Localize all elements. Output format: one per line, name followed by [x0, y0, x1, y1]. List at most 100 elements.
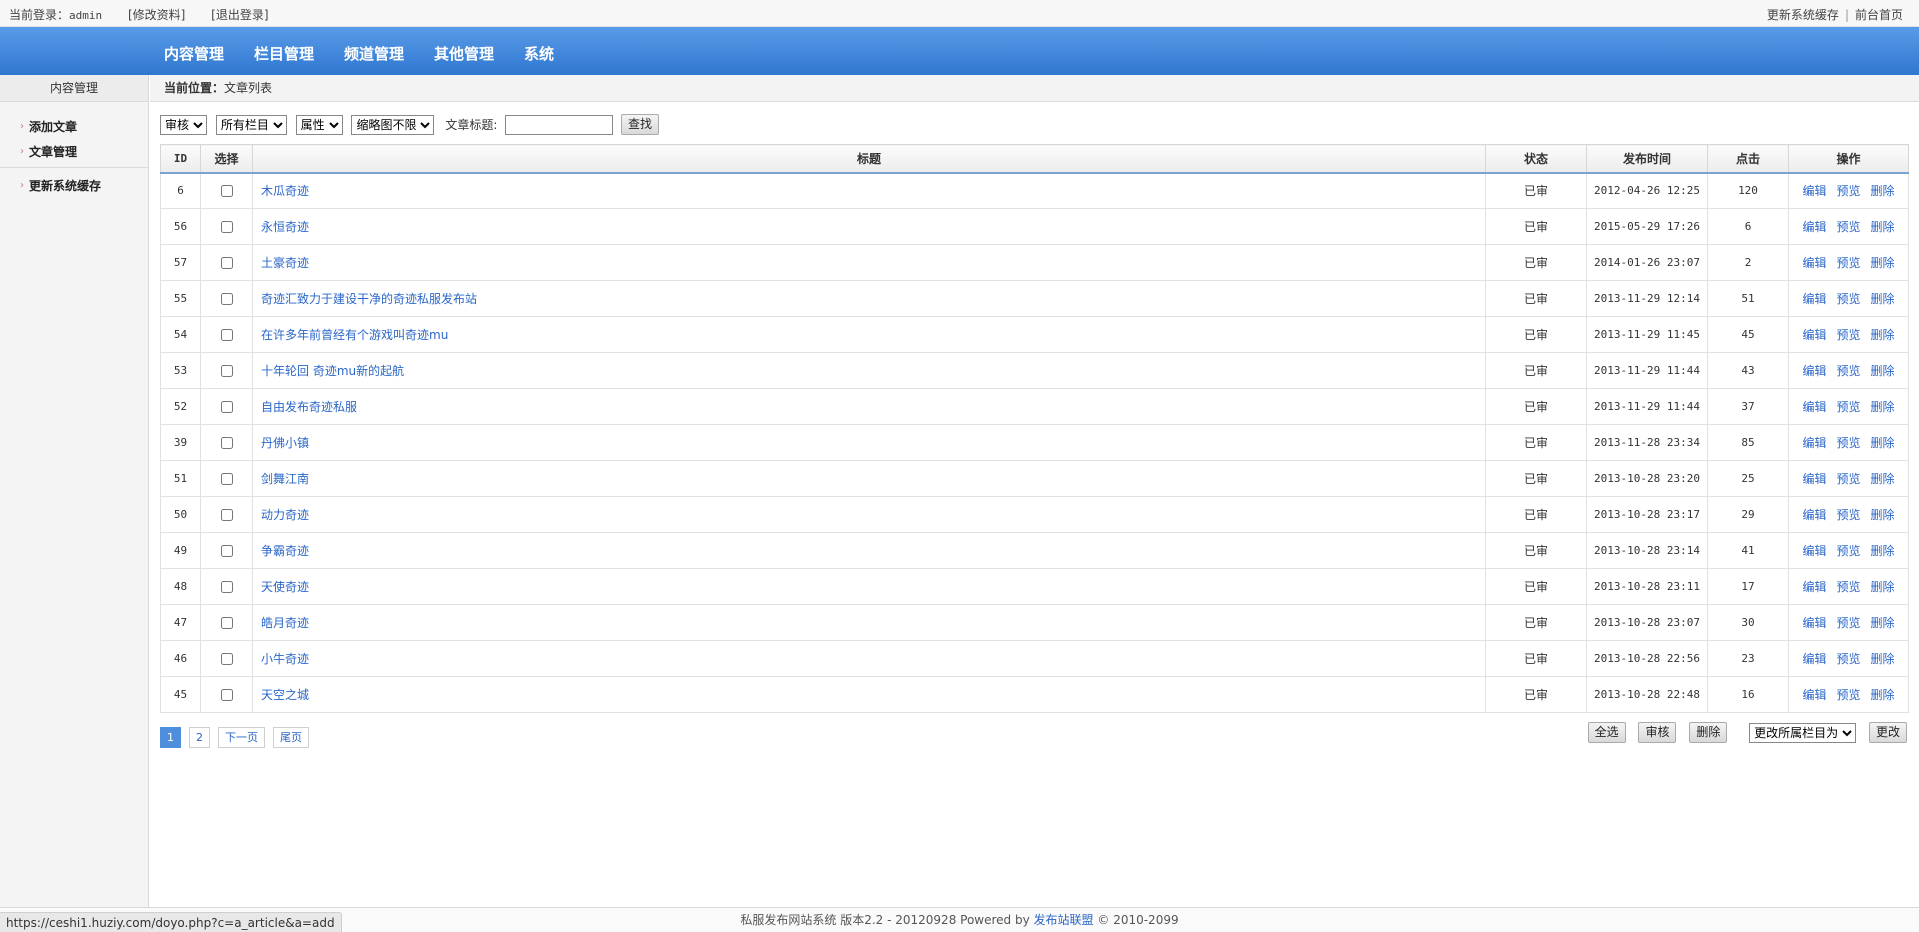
row-preview-link[interactable]: 预览 — [1836, 292, 1860, 306]
change-button[interactable]: 更改 — [1868, 722, 1907, 743]
row-preview-link[interactable]: 预览 — [1836, 364, 1860, 378]
row-checkbox[interactable] — [220, 329, 233, 341]
nav-other-management[interactable]: 其他管理 — [434, 43, 494, 64]
row-edit-link[interactable]: 编辑 — [1802, 508, 1826, 522]
row-title-link[interactable]: 十年轮回 奇迹mu新的起航 — [261, 364, 404, 378]
row-edit-link[interactable]: 编辑 — [1802, 184, 1826, 198]
row-edit-link[interactable]: 编辑 — [1802, 544, 1826, 558]
row-edit-link[interactable]: 编辑 — [1802, 292, 1826, 306]
row-checkbox[interactable] — [220, 365, 233, 377]
row-checkbox[interactable] — [220, 437, 233, 449]
row-edit-link[interactable]: 编辑 — [1802, 580, 1826, 594]
row-delete-link[interactable]: 删除 — [1871, 508, 1895, 522]
row-delete-link[interactable]: 删除 — [1871, 436, 1895, 450]
row-checkbox[interactable] — [220, 509, 233, 521]
row-title-link[interactable]: 剑舞江南 — [261, 472, 309, 486]
row-edit-link[interactable]: 编辑 — [1802, 616, 1826, 630]
row-title-link[interactable]: 在许多年前曾经有个游戏叫奇迹mu — [261, 328, 448, 342]
row-title-link[interactable]: 天使奇迹 — [261, 580, 309, 594]
frontend-home-link[interactable]: 前台首页 — [1855, 8, 1903, 22]
column-filter-select[interactable]: 所有栏目 — [215, 114, 287, 135]
row-preview-link[interactable]: 预览 — [1836, 580, 1860, 594]
row-delete-link[interactable]: 删除 — [1871, 184, 1895, 198]
row-checkbox[interactable] — [220, 185, 233, 198]
row-checkbox[interactable] — [220, 401, 233, 413]
search-button[interactable]: 查找 — [621, 114, 660, 135]
move-column-select[interactable]: 更改所属栏目为 — [1749, 722, 1857, 743]
row-delete-link[interactable]: 删除 — [1871, 400, 1895, 414]
row-title-link[interactable]: 皓月奇迹 — [261, 616, 309, 630]
row-preview-link[interactable]: 预览 — [1836, 184, 1860, 198]
logout-link[interactable]: [退出登录] — [211, 8, 268, 22]
row-preview-link[interactable]: 预览 — [1836, 328, 1860, 342]
row-checkbox[interactable] — [220, 257, 233, 269]
row-preview-link[interactable]: 预览 — [1836, 436, 1860, 450]
row-checkbox[interactable] — [220, 689, 233, 701]
footer-link[interactable]: 发布站联盟 — [1034, 913, 1094, 927]
nav-column-management[interactable]: 栏目管理 — [254, 43, 314, 64]
row-checkbox[interactable] — [220, 293, 233, 305]
row-delete-link[interactable]: 删除 — [1871, 364, 1895, 378]
row-checkbox[interactable] — [220, 581, 233, 593]
row-checkbox[interactable] — [220, 617, 233, 629]
row-delete-link[interactable]: 删除 — [1871, 472, 1895, 486]
row-title-link[interactable]: 土豪奇迹 — [261, 256, 309, 270]
row-delete-link[interactable]: 删除 — [1871, 616, 1895, 630]
row-delete-link[interactable]: 删除 — [1871, 652, 1895, 666]
sidebar-item-article-management[interactable]: 文章管理 — [20, 142, 148, 162]
page-1-button[interactable]: 1 — [160, 727, 181, 748]
row-title-link[interactable]: 木瓜奇迹 — [261, 184, 309, 198]
row-title-link[interactable]: 丹佛小镇 — [261, 436, 309, 450]
row-edit-link[interactable]: 编辑 — [1802, 328, 1826, 342]
row-preview-link[interactable]: 预览 — [1836, 652, 1860, 666]
row-title-link[interactable]: 天空之城 — [261, 688, 309, 702]
row-checkbox[interactable] — [220, 545, 233, 557]
row-delete-link[interactable]: 删除 — [1871, 256, 1895, 270]
row-edit-link[interactable]: 编辑 — [1802, 436, 1826, 450]
sidebar-item-refresh-cache[interactable]: 更新系统缓存 — [20, 176, 101, 196]
sidebar-item-add-article[interactable]: 添加文章 — [20, 117, 148, 137]
row-delete-link[interactable]: 删除 — [1871, 580, 1895, 594]
status-filter-select[interactable]: 审核 — [160, 114, 207, 135]
row-edit-link[interactable]: 编辑 — [1802, 472, 1826, 486]
refresh-cache-link[interactable]: 更新系统缓存 — [1767, 8, 1839, 22]
row-edit-link[interactable]: 编辑 — [1802, 688, 1826, 702]
thumbnail-filter-select[interactable]: 缩略图不限 — [351, 114, 435, 135]
row-title-link[interactable]: 小牛奇迹 — [261, 652, 309, 666]
row-delete-link[interactable]: 删除 — [1871, 328, 1895, 342]
title-filter-input[interactable] — [505, 114, 614, 135]
row-title-link[interactable]: 自由发布奇迹私服 — [261, 400, 357, 414]
row-delete-link[interactable]: 删除 — [1871, 544, 1895, 558]
select-all-button[interactable]: 全选 — [1587, 722, 1626, 743]
row-checkbox[interactable] — [220, 221, 233, 233]
row-title-link[interactable]: 动力奇迹 — [261, 508, 309, 522]
row-preview-link[interactable]: 预览 — [1836, 220, 1860, 234]
row-checkbox[interactable] — [220, 653, 233, 665]
edit-profile-link[interactable]: [修改资料] — [128, 8, 185, 22]
nav-content-management[interactable]: 内容管理 — [164, 43, 224, 64]
row-delete-link[interactable]: 删除 — [1871, 220, 1895, 234]
attribute-filter-select[interactable]: 属性 — [295, 114, 343, 135]
row-checkbox[interactable] — [220, 473, 233, 485]
row-delete-link[interactable]: 删除 — [1871, 292, 1895, 306]
row-delete-link[interactable]: 删除 — [1871, 688, 1895, 702]
nav-system[interactable]: 系统 — [524, 43, 554, 64]
row-edit-link[interactable]: 编辑 — [1802, 220, 1826, 234]
approve-button[interactable]: 审核 — [1638, 722, 1677, 743]
row-preview-link[interactable]: 预览 — [1836, 256, 1860, 270]
row-preview-link[interactable]: 预览 — [1836, 472, 1860, 486]
row-preview-link[interactable]: 预览 — [1836, 544, 1860, 558]
delete-button[interactable]: 删除 — [1689, 722, 1728, 743]
row-edit-link[interactable]: 编辑 — [1802, 400, 1826, 414]
row-preview-link[interactable]: 预览 — [1836, 688, 1860, 702]
last-page-button[interactable]: 尾页 — [273, 727, 309, 748]
row-title-link[interactable]: 永恒奇迹 — [261, 220, 309, 234]
row-title-link[interactable]: 争霸奇迹 — [261, 544, 309, 558]
row-edit-link[interactable]: 编辑 — [1802, 652, 1826, 666]
page-2-button[interactable]: 2 — [189, 727, 210, 748]
nav-channel-management[interactable]: 频道管理 — [344, 43, 404, 64]
row-preview-link[interactable]: 预览 — [1836, 616, 1860, 630]
row-preview-link[interactable]: 预览 — [1836, 508, 1860, 522]
row-title-link[interactable]: 奇迹汇致力于建设干净的奇迹私服发布站 — [261, 292, 477, 306]
row-edit-link[interactable]: 编辑 — [1802, 364, 1826, 378]
